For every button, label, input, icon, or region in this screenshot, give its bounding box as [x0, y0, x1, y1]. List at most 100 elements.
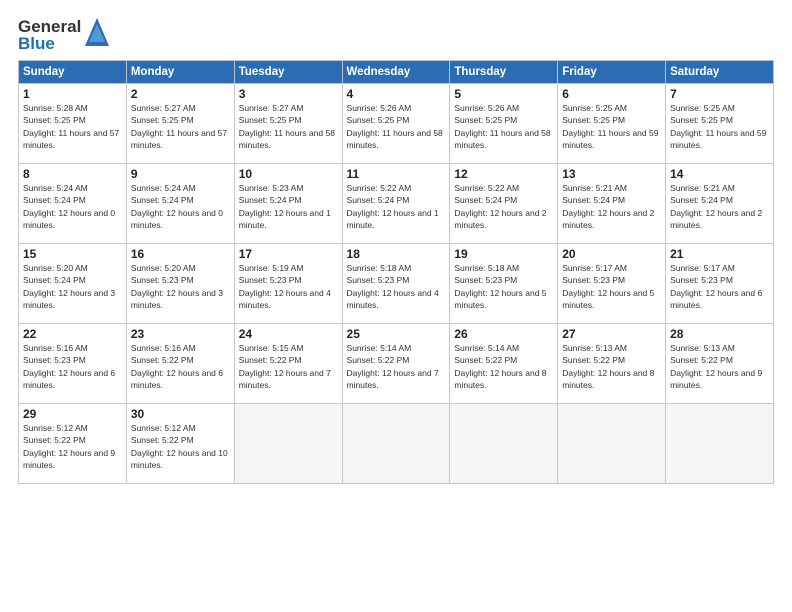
calendar-week-3: 15Sunrise: 5:20 AMSunset: 5:24 PMDayligh… [19, 244, 774, 324]
day-cell-8: 8Sunrise: 5:24 AMSunset: 5:24 PMDaylight… [19, 164, 127, 244]
day-number: 12 [454, 167, 553, 181]
day-cell-24: 24Sunrise: 5:15 AMSunset: 5:22 PMDayligh… [234, 324, 342, 404]
day-info: Sunrise: 5:21 AMSunset: 5:24 PMDaylight:… [562, 182, 661, 231]
day-cell-1: 1Sunrise: 5:28 AMSunset: 5:25 PMDaylight… [19, 84, 127, 164]
calendar-week-4: 22Sunrise: 5:16 AMSunset: 5:23 PMDayligh… [19, 324, 774, 404]
day-number: 29 [23, 407, 122, 421]
day-number: 7 [670, 87, 769, 101]
calendar-header-saturday: Saturday [666, 61, 774, 84]
day-number: 11 [347, 167, 446, 181]
day-number: 15 [23, 247, 122, 261]
day-number: 20 [562, 247, 661, 261]
day-info: Sunrise: 5:14 AMSunset: 5:22 PMDaylight:… [454, 342, 553, 391]
day-info: Sunrise: 5:25 AMSunset: 5:25 PMDaylight:… [670, 102, 769, 151]
day-number: 22 [23, 327, 122, 341]
calendar-header-thursday: Thursday [450, 61, 558, 84]
day-info: Sunrise: 5:22 AMSunset: 5:24 PMDaylight:… [454, 182, 553, 231]
header: General Blue [18, 18, 774, 52]
day-cell-20: 20Sunrise: 5:17 AMSunset: 5:23 PMDayligh… [558, 244, 666, 324]
day-info: Sunrise: 5:13 AMSunset: 5:22 PMDaylight:… [670, 342, 769, 391]
day-cell-13: 13Sunrise: 5:21 AMSunset: 5:24 PMDayligh… [558, 164, 666, 244]
day-info: Sunrise: 5:21 AMSunset: 5:24 PMDaylight:… [670, 182, 769, 231]
day-cell-7: 7Sunrise: 5:25 AMSunset: 5:25 PMDaylight… [666, 84, 774, 164]
day-cell-22: 22Sunrise: 5:16 AMSunset: 5:23 PMDayligh… [19, 324, 127, 404]
calendar-week-2: 8Sunrise: 5:24 AMSunset: 5:24 PMDaylight… [19, 164, 774, 244]
day-cell-3: 3Sunrise: 5:27 AMSunset: 5:25 PMDaylight… [234, 84, 342, 164]
calendar-header-sunday: Sunday [19, 61, 127, 84]
day-number: 5 [454, 87, 553, 101]
day-cell-25: 25Sunrise: 5:14 AMSunset: 5:22 PMDayligh… [342, 324, 450, 404]
day-cell-23: 23Sunrise: 5:16 AMSunset: 5:22 PMDayligh… [126, 324, 234, 404]
day-info: Sunrise: 5:26 AMSunset: 5:25 PMDaylight:… [454, 102, 553, 151]
day-number: 1 [23, 87, 122, 101]
day-number: 18 [347, 247, 446, 261]
day-cell-27: 27Sunrise: 5:13 AMSunset: 5:22 PMDayligh… [558, 324, 666, 404]
day-number: 2 [131, 87, 230, 101]
day-number: 3 [239, 87, 338, 101]
calendar-header-friday: Friday [558, 61, 666, 84]
day-info: Sunrise: 5:24 AMSunset: 5:24 PMDaylight:… [131, 182, 230, 231]
day-cell-2: 2Sunrise: 5:27 AMSunset: 5:25 PMDaylight… [126, 84, 234, 164]
day-cell-30: 30Sunrise: 5:12 AMSunset: 5:22 PMDayligh… [126, 404, 234, 484]
day-number: 30 [131, 407, 230, 421]
day-info: Sunrise: 5:19 AMSunset: 5:23 PMDaylight:… [239, 262, 338, 311]
day-info: Sunrise: 5:27 AMSunset: 5:25 PMDaylight:… [239, 102, 338, 151]
day-info: Sunrise: 5:13 AMSunset: 5:22 PMDaylight:… [562, 342, 661, 391]
day-cell-17: 17Sunrise: 5:19 AMSunset: 5:23 PMDayligh… [234, 244, 342, 324]
empty-cell [342, 404, 450, 484]
day-number: 23 [131, 327, 230, 341]
calendar-header-wednesday: Wednesday [342, 61, 450, 84]
day-cell-5: 5Sunrise: 5:26 AMSunset: 5:25 PMDaylight… [450, 84, 558, 164]
day-info: Sunrise: 5:27 AMSunset: 5:25 PMDaylight:… [131, 102, 230, 151]
logo-general-text: General [18, 18, 81, 35]
day-info: Sunrise: 5:16 AMSunset: 5:23 PMDaylight:… [23, 342, 122, 391]
day-info: Sunrise: 5:18 AMSunset: 5:23 PMDaylight:… [454, 262, 553, 311]
day-info: Sunrise: 5:12 AMSunset: 5:22 PMDaylight:… [23, 422, 122, 471]
day-cell-12: 12Sunrise: 5:22 AMSunset: 5:24 PMDayligh… [450, 164, 558, 244]
day-info: Sunrise: 5:14 AMSunset: 5:22 PMDaylight:… [347, 342, 446, 391]
day-number: 6 [562, 87, 661, 101]
calendar-week-5: 29Sunrise: 5:12 AMSunset: 5:22 PMDayligh… [19, 404, 774, 484]
day-cell-26: 26Sunrise: 5:14 AMSunset: 5:22 PMDayligh… [450, 324, 558, 404]
day-number: 16 [131, 247, 230, 261]
empty-cell [558, 404, 666, 484]
day-cell-10: 10Sunrise: 5:23 AMSunset: 5:24 PMDayligh… [234, 164, 342, 244]
day-number: 17 [239, 247, 338, 261]
logo: General Blue [18, 18, 111, 52]
day-cell-19: 19Sunrise: 5:18 AMSunset: 5:23 PMDayligh… [450, 244, 558, 324]
day-cell-18: 18Sunrise: 5:18 AMSunset: 5:23 PMDayligh… [342, 244, 450, 324]
day-cell-6: 6Sunrise: 5:25 AMSunset: 5:25 PMDaylight… [558, 84, 666, 164]
page: General Blue SundayMondayTuesdayWednesda… [0, 0, 792, 612]
day-cell-4: 4Sunrise: 5:26 AMSunset: 5:25 PMDaylight… [342, 84, 450, 164]
day-info: Sunrise: 5:17 AMSunset: 5:23 PMDaylight:… [670, 262, 769, 311]
calendar-header-tuesday: Tuesday [234, 61, 342, 84]
day-info: Sunrise: 5:15 AMSunset: 5:22 PMDaylight:… [239, 342, 338, 391]
calendar-table: SundayMondayTuesdayWednesdayThursdayFrid… [18, 60, 774, 484]
calendar-week-1: 1Sunrise: 5:28 AMSunset: 5:25 PMDaylight… [19, 84, 774, 164]
day-cell-14: 14Sunrise: 5:21 AMSunset: 5:24 PMDayligh… [666, 164, 774, 244]
day-info: Sunrise: 5:28 AMSunset: 5:25 PMDaylight:… [23, 102, 122, 151]
day-number: 28 [670, 327, 769, 341]
day-info: Sunrise: 5:17 AMSunset: 5:23 PMDaylight:… [562, 262, 661, 311]
day-info: Sunrise: 5:20 AMSunset: 5:24 PMDaylight:… [23, 262, 122, 311]
day-number: 13 [562, 167, 661, 181]
day-number: 19 [454, 247, 553, 261]
calendar-header-monday: Monday [126, 61, 234, 84]
day-number: 26 [454, 327, 553, 341]
day-cell-28: 28Sunrise: 5:13 AMSunset: 5:22 PMDayligh… [666, 324, 774, 404]
day-info: Sunrise: 5:16 AMSunset: 5:22 PMDaylight:… [131, 342, 230, 391]
day-cell-11: 11Sunrise: 5:22 AMSunset: 5:24 PMDayligh… [342, 164, 450, 244]
day-number: 4 [347, 87, 446, 101]
logo-triangle-icon [83, 16, 111, 50]
day-cell-29: 29Sunrise: 5:12 AMSunset: 5:22 PMDayligh… [19, 404, 127, 484]
calendar-header-row: SundayMondayTuesdayWednesdayThursdayFrid… [19, 61, 774, 84]
logo-blue-text: Blue [18, 35, 81, 52]
day-number: 25 [347, 327, 446, 341]
day-info: Sunrise: 5:24 AMSunset: 5:24 PMDaylight:… [23, 182, 122, 231]
day-cell-9: 9Sunrise: 5:24 AMSunset: 5:24 PMDaylight… [126, 164, 234, 244]
empty-cell [666, 404, 774, 484]
day-number: 27 [562, 327, 661, 341]
day-cell-15: 15Sunrise: 5:20 AMSunset: 5:24 PMDayligh… [19, 244, 127, 324]
day-info: Sunrise: 5:12 AMSunset: 5:22 PMDaylight:… [131, 422, 230, 471]
day-number: 8 [23, 167, 122, 181]
